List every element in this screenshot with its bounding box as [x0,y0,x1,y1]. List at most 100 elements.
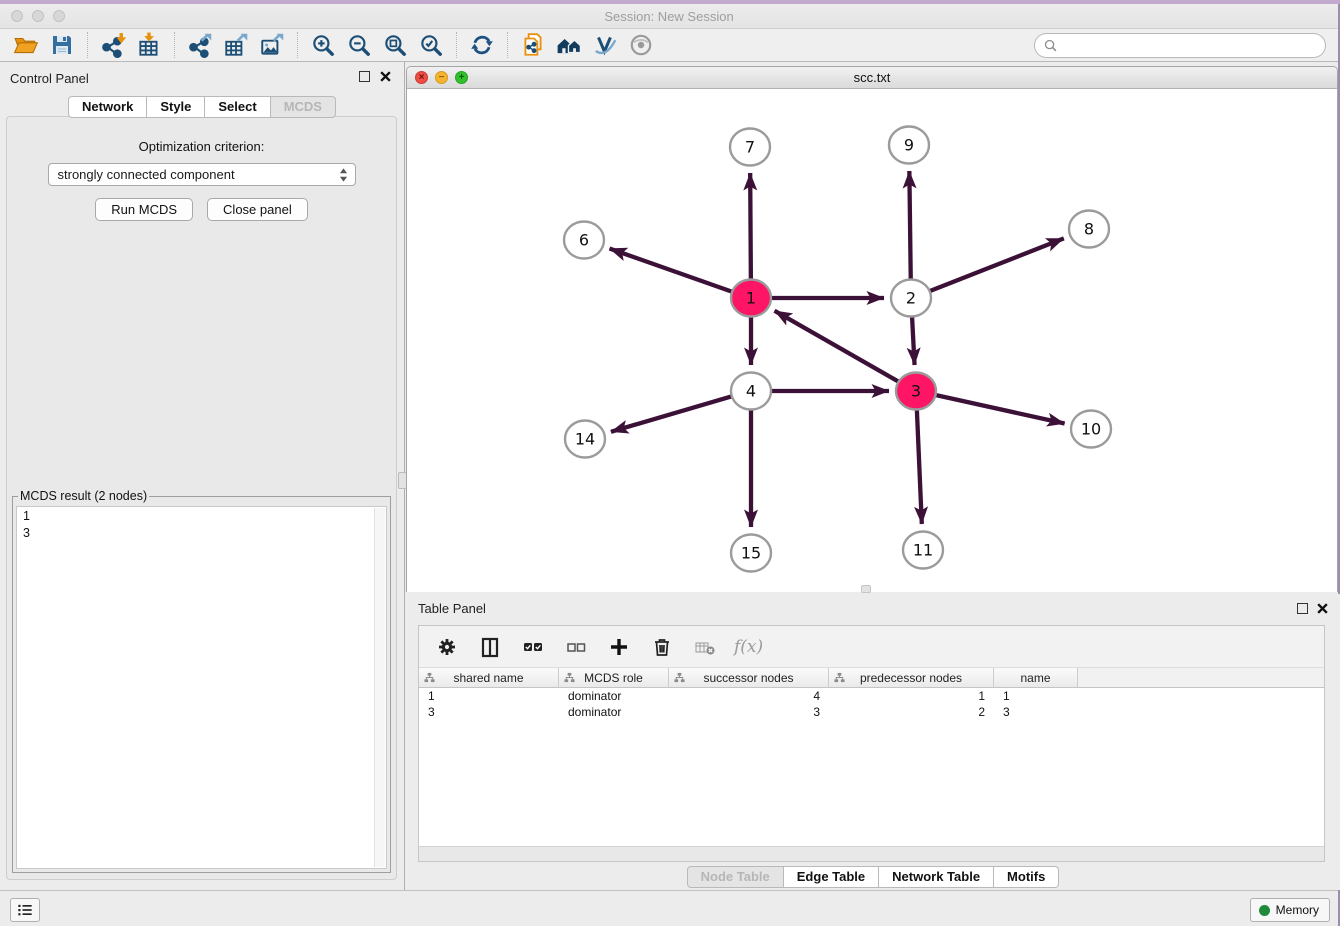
node-9[interactable]: 9 [889,127,929,164]
edge-4-14[interactable] [611,396,732,432]
edge-2-9[interactable] [909,171,910,279]
show-columns-icon[interactable] [476,633,504,661]
control-tab-network[interactable]: Network [68,96,147,118]
svg-text:8: 8 [1084,220,1094,239]
node-1[interactable]: 1 [731,280,771,317]
table-cell-r0-c1[interactable]: dominator [559,688,669,704]
task-history-button[interactable] [10,898,40,922]
open-file-icon[interactable] [8,30,44,60]
close-panel-button[interactable]: Close panel [207,198,308,221]
zoom-fit-icon[interactable] [377,30,413,60]
table-bottom-strip [419,846,1324,861]
table-cell-r1-c1[interactable]: dominator [559,704,669,720]
edge-2-3[interactable] [912,317,914,365]
table-panel: Table Panel [406,594,1340,890]
column-header-mcds-role[interactable]: MCDS role [559,668,669,688]
node-8[interactable]: 8 [1069,211,1109,248]
apply-layout-icon[interactable] [464,30,500,60]
svg-text:15: 15 [741,544,761,563]
first-neighbors-icon[interactable] [551,30,587,60]
network-window: × − + scc.txt 7 9 6 8 1 2 4 3 14 10 15 11 [406,66,1338,592]
toolbar-divider [87,32,88,58]
table-cell-r1-c2[interactable]: 3 [669,704,829,720]
node-6[interactable]: 6 [564,222,604,259]
node-15[interactable]: 15 [731,535,771,572]
unselect-all-columns-icon[interactable] [562,633,590,661]
search-icon [1043,38,1058,53]
svg-text:6: 6 [579,231,589,250]
column-header-successor-nodes[interactable]: successor nodes [669,668,829,688]
edge-3-11[interactable] [917,410,922,524]
node-3[interactable]: 3 [896,373,936,410]
table-panel-close-icon[interactable] [1316,602,1329,615]
table-panel-title: Table Panel [418,601,486,616]
node-14[interactable]: 14 [565,421,605,458]
edge-3-10[interactable] [936,395,1065,423]
table-tab-network-table[interactable]: Network Table [879,866,994,888]
table-cell-r1-c3[interactable]: 2 [829,704,994,720]
table-tab-node-table[interactable]: Node Table [687,866,784,888]
table-cell-r1-c0[interactable]: 3 [419,704,559,720]
table-cell-r0-c0[interactable]: 1 [419,688,559,704]
column-header-shared-name[interactable]: shared name [419,668,559,688]
import-network-icon[interactable] [95,30,131,60]
control-tab-style[interactable]: Style [147,96,205,118]
node-11[interactable]: 11 [903,532,943,569]
show-all-eye-icon[interactable] [623,30,659,60]
function-builder-icon[interactable]: f(x) [734,637,763,657]
table-panel-float-icon[interactable] [1297,603,1308,614]
clone-network-icon[interactable] [515,30,551,60]
network-window-titlebar[interactable]: × − + scc.txt [407,67,1337,89]
add-column-icon[interactable] [605,633,633,661]
mcds-result-group: MCDS result (2 nodes) 1 3 [12,489,391,873]
edge-3-1[interactable] [775,311,899,382]
table-settings-gear-icon[interactable] [433,633,461,661]
zoom-out-icon[interactable] [341,30,377,60]
node-table-container: f(x) shared nameMCDS rolesuccessor nodes… [418,625,1325,862]
control-panel-float-icon[interactable] [359,71,370,82]
node-table: shared nameMCDS rolesuccessor nodesprede… [419,668,1324,720]
edge-2-8[interactable] [930,238,1064,291]
table-cell-r0-c2[interactable]: 4 [669,688,829,704]
node-10[interactable]: 10 [1071,411,1111,448]
export-network-icon[interactable] [182,30,218,60]
node-2[interactable]: 2 [891,280,931,317]
toolbar-divider [456,32,457,58]
save-session-icon[interactable] [44,30,80,60]
control-tab-select[interactable]: Select [205,96,270,118]
table-cell-r0-c4[interactable]: 1 [994,688,1078,704]
column-header-predecessor-nodes[interactable]: predecessor nodes [829,668,994,688]
memory-button[interactable]: Memory [1250,898,1330,922]
search-input[interactable] [1063,36,1325,56]
delete-columns-trash-icon[interactable] [648,633,676,661]
node-4[interactable]: 4 [731,373,771,410]
table-cell-r1-c4[interactable]: 3 [994,704,1078,720]
import-table-icon[interactable] [131,30,167,60]
criterion-select[interactable]: strongly connected component [48,163,356,186]
select-all-columns-icon[interactable] [519,633,547,661]
run-mcds-button[interactable]: Run MCDS [95,198,193,221]
memory-status-icon [1259,905,1270,916]
zoom-in-icon[interactable] [305,30,341,60]
export-table-icon[interactable] [218,30,254,60]
delete-table-icon[interactable] [691,633,719,661]
hide-selected-icon[interactable] [587,30,623,60]
node-7[interactable]: 7 [730,129,770,166]
result-scrollbar[interactable] [374,508,385,867]
export-image-icon[interactable] [254,30,290,60]
table-tab-edge-table[interactable]: Edge Table [784,866,879,888]
table-tab-motifs[interactable]: Motifs [994,866,1059,888]
network-canvas[interactable]: 7 9 6 8 1 2 4 3 14 10 15 11 [407,89,1337,592]
control-tab-mcds[interactable]: MCDS [271,96,336,118]
zoom-selected-icon[interactable] [413,30,449,60]
column-header-name[interactable]: name [994,668,1078,688]
table-splitter-grip[interactable] [861,585,871,593]
svg-text:14: 14 [575,430,595,449]
svg-text:3: 3 [911,382,921,401]
edge-1-6[interactable] [610,249,733,292]
mcds-result-area[interactable]: 1 3 [16,506,387,869]
table-cell-r0-c3[interactable]: 1 [829,688,994,704]
svg-text:7: 7 [745,138,755,157]
control-panel-close-icon[interactable] [379,70,392,83]
edge-1-7[interactable] [750,173,751,279]
